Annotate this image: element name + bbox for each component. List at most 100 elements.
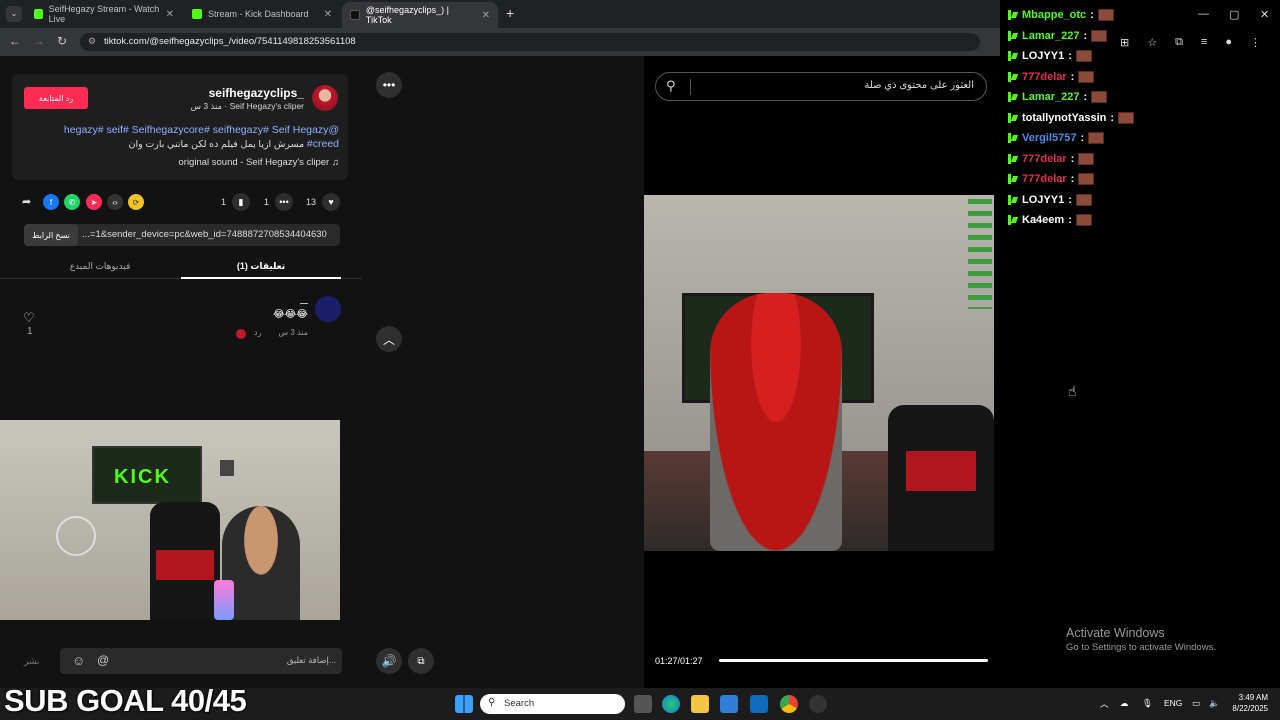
taskbar-search[interactable]: ⚲ Search <box>480 694 625 714</box>
volume-icon[interactable]: 🔊 <box>376 648 402 674</box>
url-field[interactable]: ⚙ tiktok.com/@seifhegazyclips_/video/754… <box>80 33 980 51</box>
repost-icon[interactable]: ⟳ <box>128 194 144 210</box>
clock[interactable]: 3:49 AM 8/22/2025 <box>1226 693 1268 713</box>
caption-text: مسرش ازيا يمل فيلم ده لكن ماتني بارت وان <box>128 139 305 150</box>
chat-username[interactable]: Mbappe_otc <box>1022 9 1086 21</box>
bookmark-star-icon[interactable]: ☆ <box>1147 36 1157 49</box>
chat-message: Lamar_227: <box>1008 89 1108 105</box>
window-close-icon[interactable]: ✕ <box>1260 8 1269 21</box>
microphone-icon[interactable]: 🎙 <box>1142 698 1153 709</box>
sound-row[interactable]: original sound - Seif Hegazy's cliper ♫ <box>24 157 340 168</box>
tab-label: SeifHegazy Stream - Watch Live <box>48 4 160 24</box>
onedrive-icon[interactable]: ☁ <box>1120 698 1129 709</box>
chat-username[interactable]: Vergil5757 <box>1022 132 1076 144</box>
emoji-icon[interactable]: ☺ <box>72 653 85 668</box>
forward-icon[interactable]: → <box>33 34 45 48</box>
tray-chevron-icon[interactable]: ︿ <box>1100 698 1109 710</box>
close-icon[interactable]: ✕ <box>324 9 332 20</box>
tab-kick-dashboard[interactable]: Stream - Kick Dashboard ✕ <box>184 0 340 28</box>
chat-username[interactable]: 777delar <box>1022 71 1067 83</box>
comment-input[interactable]: ☺ @ إضافة تعليق... <box>60 648 342 674</box>
bookmark-icon[interactable]: ▮ <box>232 193 250 211</box>
emote-icon <box>1118 111 1135 124</box>
chat-username[interactable]: LOJYY1 <box>1022 50 1064 62</box>
center-controls <box>362 56 644 688</box>
site-info-icon[interactable]: ⚙ <box>88 36 96 47</box>
chat-username[interactable]: 777delar <box>1022 153 1067 165</box>
floating-player-icon[interactable]: ⧉ <box>408 648 434 674</box>
chat-username[interactable]: totallynotYassin <box>1022 112 1106 124</box>
language-indicator[interactable]: ENG <box>1164 698 1182 708</box>
chrome-icon[interactable] <box>780 695 798 713</box>
tab-seifhegazy-stream[interactable]: SeifHegazy Stream - Watch Live ✕ <box>26 0 182 28</box>
store-icon[interactable] <box>720 695 738 713</box>
chat-separator: : <box>1110 111 1115 124</box>
search-icon[interactable]: ⚲ <box>666 78 676 94</box>
edge-icon[interactable] <box>662 695 680 713</box>
heart-icon[interactable]: ♥ <box>322 193 340 211</box>
volume-tray-icon[interactable]: 🔈 <box>1209 698 1220 709</box>
reload-icon[interactable]: ↻ <box>57 34 67 48</box>
extensions-icon[interactable]: ⧉ <box>1175 36 1183 49</box>
outlook-icon[interactable] <box>750 695 768 713</box>
emote-icon <box>1075 214 1092 226</box>
tab-comments[interactable]: (1) تعليقات <box>181 254 341 278</box>
obs-icon[interactable] <box>809 695 827 713</box>
chat-message: Ka4eem: <box>1008 212 1092 228</box>
media-icon[interactable]: ≡ <box>1201 36 1207 49</box>
facebook-icon[interactable]: f <box>43 194 59 210</box>
back-icon[interactable]: ← <box>9 34 21 48</box>
share-arrow-icon[interactable]: ➦ <box>22 195 31 208</box>
follow-back-button[interactable]: رد المتابعة <box>24 87 88 109</box>
windows-start-icon[interactable] <box>455 695 473 713</box>
profile-icon[interactable]: ● <box>1225 36 1232 49</box>
comment-icon[interactable]: ••• <box>275 193 293 211</box>
author-username[interactable]: _seifhegazyclips <box>110 86 304 100</box>
file-explorer-icon[interactable] <box>691 695 709 713</box>
video-chat-overlay <box>968 199 992 309</box>
kick-badge-icon <box>1008 174 1018 184</box>
task-view-icon[interactable] <box>634 695 652 713</box>
hashtags-line[interactable]: hegazy# seif# Seifhegazycore# seifhegazy… <box>24 124 339 136</box>
install-app-icon[interactable]: ⊞ <box>1120 36 1129 49</box>
kick-logo-icon: KICK <box>114 466 171 488</box>
close-icon[interactable]: ✕ <box>166 9 174 20</box>
chat-username[interactable]: LOJYY1 <box>1022 194 1064 206</box>
author-avatar[interactable] <box>312 85 338 111</box>
chat-username[interactable]: Lamar_227 <box>1022 30 1080 42</box>
video-frame[interactable]: K <box>644 195 994 551</box>
new-tab-button[interactable]: + <box>506 5 514 21</box>
divider <box>690 79 691 95</box>
send-icon[interactable]: ➤ <box>86 194 102 210</box>
tab-tiktok[interactable]: @seifhegazyclips_) | TikTok ✕ <box>342 2 498 28</box>
caption-hashtag[interactable]: #creed <box>307 138 339 150</box>
copy-link-button[interactable]: نسخ الرابط <box>24 224 78 246</box>
comment-reply-link[interactable]: رد <box>254 328 261 337</box>
comment-author[interactable]: ـــ <box>280 296 308 307</box>
network-icon[interactable]: ▭ <box>1192 698 1200 709</box>
chat-separator: : <box>1068 214 1072 226</box>
tab-list-button[interactable]: ⌄ <box>6 6 22 22</box>
window-maximize-icon[interactable]: ▢ <box>1229 8 1239 21</box>
close-icon[interactable]: ✕ <box>482 10 490 21</box>
whatsapp-icon[interactable]: ✆ <box>64 194 80 210</box>
window-minimize-icon[interactable]: — <box>1198 8 1209 20</box>
more-options-button[interactable]: ••• <box>376 72 402 98</box>
embed-icon[interactable]: ‹› <box>107 194 123 210</box>
mention-icon[interactable]: @ <box>97 653 109 667</box>
kick-badge-icon <box>1008 133 1018 143</box>
chat-message: Mbappe_otc: <box>1008 7 1114 23</box>
tab-creator-videos[interactable]: فيديوهات المبدع <box>20 254 180 278</box>
post-comment-button[interactable]: نشر <box>24 656 40 667</box>
comment-like-icon[interactable]: ♡ <box>23 310 35 326</box>
chevron-up-icon[interactable]: ︿ <box>376 326 402 352</box>
commenter-avatar[interactable] <box>315 296 341 322</box>
chat-separator: : <box>1070 70 1075 83</box>
chat-username[interactable]: Lamar_227 <box>1022 91 1080 103</box>
clock-date: 8/22/2025 <box>1232 704 1268 713</box>
related-search-input[interactable]: ⚲ العثور على محتوى ذي صلة <box>655 72 987 101</box>
menu-icon[interactable]: ⋮ <box>1250 36 1261 49</box>
chat-username[interactable]: Ka4eem <box>1022 214 1064 226</box>
chat-username[interactable]: 777delar <box>1022 173 1067 185</box>
video-progress-bar[interactable] <box>719 659 988 662</box>
